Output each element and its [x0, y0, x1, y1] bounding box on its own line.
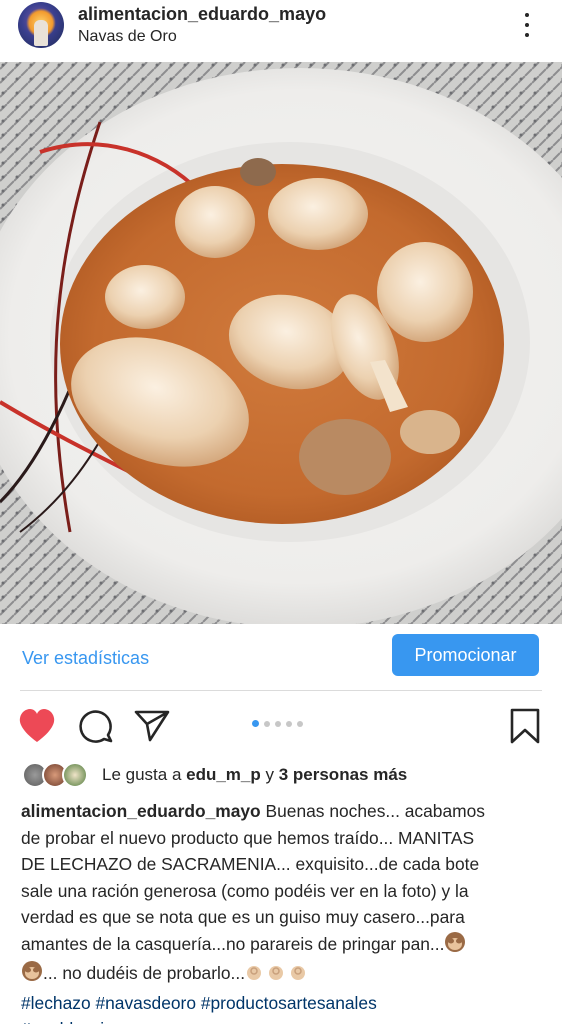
comment-icon[interactable] [78, 708, 114, 744]
carousel-dot [286, 720, 292, 727]
likes-prefix: Le gusta a [102, 765, 187, 784]
post-location[interactable]: Navas de Oro [78, 28, 177, 46]
liker-avatar [62, 762, 88, 788]
caption-line: alimentacion_eduardo_mayo Buenas noches.… [21, 798, 541, 825]
carousel-dot [297, 720, 303, 727]
post-username[interactable]: alimentacion_eduardo_mayo [78, 4, 326, 25]
heart-icon[interactable] [18, 708, 56, 744]
caption-hashtags[interactable]: #pueblosvivos [21, 1016, 541, 1024]
carousel-dot [275, 720, 281, 727]
post-caption: alimentacion_eduardo_mayo Buenas noches.… [21, 798, 541, 1024]
monkey-emoji-icon [444, 931, 466, 961]
caption-line: ... no dudéis de probarlo... [21, 960, 541, 990]
caption-line: de probar el nuevo producto que hemos tr… [21, 827, 475, 848]
promote-button[interactable]: Promocionar [392, 634, 539, 676]
likes-connector: y [260, 765, 279, 784]
caption-username[interactable]: alimentacion_eduardo_mayo [21, 801, 261, 821]
post-header: alimentacion_eduardo_mayo Navas de Oro [0, 0, 562, 62]
more-options-icon[interactable] [516, 10, 538, 40]
bookmark-icon[interactable] [508, 708, 542, 744]
likes-others[interactable]: 3 personas más [279, 765, 408, 784]
avatar-figure [34, 20, 48, 46]
likes-summary[interactable]: Le gusta a edu_m_p y 3 personas más [102, 765, 407, 785]
profile-avatar[interactable] [18, 2, 64, 48]
ok-hand-emoji-icon [245, 962, 311, 990]
liker-username[interactable]: edu_m_p [186, 765, 261, 784]
caption-hashtags[interactable]: #lechazo #navasdeoro #productosartesanal… [21, 990, 541, 1017]
liker-avatars[interactable] [22, 762, 94, 790]
caption-text: Buenas noches... acabamos [260, 801, 485, 821]
monkey-emoji-icon [21, 960, 43, 990]
caption-line: amantes de la casquería...no parareis de… [21, 931, 541, 961]
carousel-indicator [252, 720, 303, 727]
post-photo[interactable] [0, 62, 562, 624]
share-icon[interactable] [134, 709, 170, 743]
carousel-dot [264, 720, 270, 727]
divider [20, 690, 542, 691]
caption-line: DE LECHAZO de SACRAMENIA... exquisito...… [21, 854, 480, 874]
carousel-dot-active [252, 720, 259, 727]
caption-line: verdad es que se nota que es un guiso mu… [21, 907, 465, 927]
view-insights-link[interactable]: Ver estadísticas [22, 648, 149, 669]
caption-text: amantes de la casquería...no parareis de… [21, 933, 445, 954]
caption-line: sale una ración generosa (como podéis ve… [21, 880, 469, 901]
caption-text: ... no dudéis de probarlo... [43, 963, 246, 983]
